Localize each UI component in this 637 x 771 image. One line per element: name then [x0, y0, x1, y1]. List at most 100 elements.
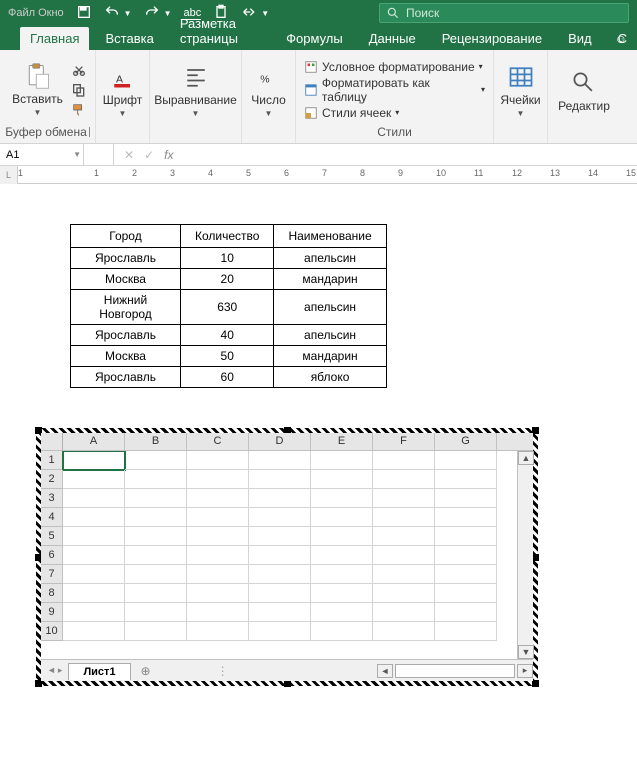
cell[interactable] [311, 489, 373, 508]
cell[interactable] [187, 546, 249, 565]
cell[interactable] [435, 470, 497, 489]
clipboard-launcher[interactable] [89, 127, 90, 137]
cell[interactable] [125, 546, 187, 565]
cell[interactable] [435, 584, 497, 603]
cell[interactable] [373, 565, 435, 584]
cell[interactable] [311, 603, 373, 622]
cell[interactable] [187, 622, 249, 641]
tab-review[interactable]: Рецензирование [432, 27, 552, 50]
tab-home[interactable]: Главная [20, 27, 89, 50]
format-painter-icon[interactable] [71, 102, 87, 118]
row-header[interactable]: 2 [41, 470, 63, 489]
cell[interactable] [187, 489, 249, 508]
select-all[interactable] [41, 433, 63, 450]
resize-handle[interactable] [35, 680, 42, 687]
copy-icon[interactable] [71, 82, 87, 98]
cell[interactable] [373, 584, 435, 603]
cell[interactable] [125, 489, 187, 508]
cell[interactable] [373, 470, 435, 489]
cell[interactable] [249, 451, 311, 470]
fx-icon[interactable]: fx [164, 148, 173, 162]
cell[interactable] [311, 584, 373, 603]
hscroll-right[interactable]: ▸ [517, 664, 533, 678]
cell[interactable] [435, 546, 497, 565]
cell[interactable] [435, 508, 497, 527]
cell[interactable] [125, 451, 187, 470]
cell[interactable] [249, 565, 311, 584]
number-button[interactable]: % Число ▼ [249, 61, 289, 120]
vertical-scrollbar[interactable]: ▲▼ [517, 451, 533, 659]
cell[interactable] [373, 527, 435, 546]
cell[interactable] [311, 527, 373, 546]
cell[interactable] [311, 470, 373, 489]
add-sheet-button[interactable]: ⊕ [135, 662, 157, 680]
row-header[interactable]: 8 [41, 584, 63, 603]
tab-nav-prev[interactable]: ▸ [58, 665, 63, 676]
ribbon-right[interactable]: ☺ [609, 28, 633, 50]
cell[interactable] [63, 546, 125, 565]
cut-icon[interactable] [71, 62, 87, 78]
resize-handle[interactable] [532, 427, 539, 434]
col-header[interactable]: D [249, 433, 311, 450]
cell[interactable] [373, 546, 435, 565]
cell[interactable] [249, 508, 311, 527]
cell[interactable] [63, 489, 125, 508]
cell[interactable] [373, 451, 435, 470]
row-header[interactable]: 5 [41, 527, 63, 546]
cell[interactable] [311, 508, 373, 527]
cell[interactable] [435, 603, 497, 622]
cell[interactable] [63, 584, 125, 603]
row-header[interactable]: 10 [41, 622, 63, 641]
name-box-input[interactable] [6, 149, 77, 161]
cell[interactable] [249, 470, 311, 489]
row-header[interactable]: 3 [41, 489, 63, 508]
col-header[interactable]: F [373, 433, 435, 450]
cell[interactable] [435, 489, 497, 508]
cell[interactable] [125, 470, 187, 489]
sheet-tab-active[interactable]: Лист1 [68, 663, 130, 680]
search-box[interactable]: Поиск [379, 3, 629, 23]
cell[interactable] [187, 603, 249, 622]
cell[interactable] [63, 451, 125, 470]
cell[interactable] [187, 584, 249, 603]
enter-icon[interactable]: ✓ [144, 148, 154, 162]
col-header[interactable]: G [435, 433, 497, 450]
cell[interactable] [373, 489, 435, 508]
cell[interactable] [125, 508, 187, 527]
alignment-button[interactable]: Выравнивание ▼ [158, 61, 233, 120]
cell[interactable] [249, 527, 311, 546]
name-box[interactable]: ▼ [0, 144, 84, 165]
cell[interactable] [187, 470, 249, 489]
tab-nav-first[interactable]: ◄ [47, 665, 56, 676]
cell-styles[interactable]: Стили ячеек▾ [304, 106, 485, 120]
cell[interactable] [125, 527, 187, 546]
col-header[interactable]: E [311, 433, 373, 450]
tab-data[interactable]: Данные [359, 27, 426, 50]
cell[interactable] [187, 527, 249, 546]
cell[interactable] [373, 622, 435, 641]
cell[interactable] [435, 565, 497, 584]
paste-button[interactable]: Вставить ▼ [8, 60, 67, 119]
col-header[interactable]: C [187, 433, 249, 450]
tab-view[interactable]: Вид [558, 27, 602, 50]
cell[interactable] [435, 527, 497, 546]
cell[interactable] [63, 470, 125, 489]
tab-formulas[interactable]: Формулы [276, 27, 353, 50]
cell[interactable] [187, 508, 249, 527]
col-header[interactable]: B [125, 433, 187, 450]
cell[interactable] [249, 622, 311, 641]
col-header[interactable]: A [63, 433, 125, 450]
hscroll-left[interactable]: ◄ [377, 664, 393, 678]
tab-page-layout[interactable]: Разметка страницы [170, 12, 270, 50]
cell[interactable] [311, 565, 373, 584]
row-header[interactable]: 4 [41, 508, 63, 527]
cell[interactable] [125, 565, 187, 584]
format-as-table[interactable]: Форматировать как таблицу▾ [304, 76, 485, 104]
cell[interactable] [311, 546, 373, 565]
cells-button[interactable]: Ячейки ▼ [501, 61, 541, 120]
save-icon[interactable] [76, 4, 92, 23]
cell[interactable] [435, 451, 497, 470]
horizontal-ruler[interactable]: L 1123456789101112131415 [0, 166, 637, 184]
cell[interactable] [187, 451, 249, 470]
tab-insert[interactable]: Вставка [95, 27, 163, 50]
